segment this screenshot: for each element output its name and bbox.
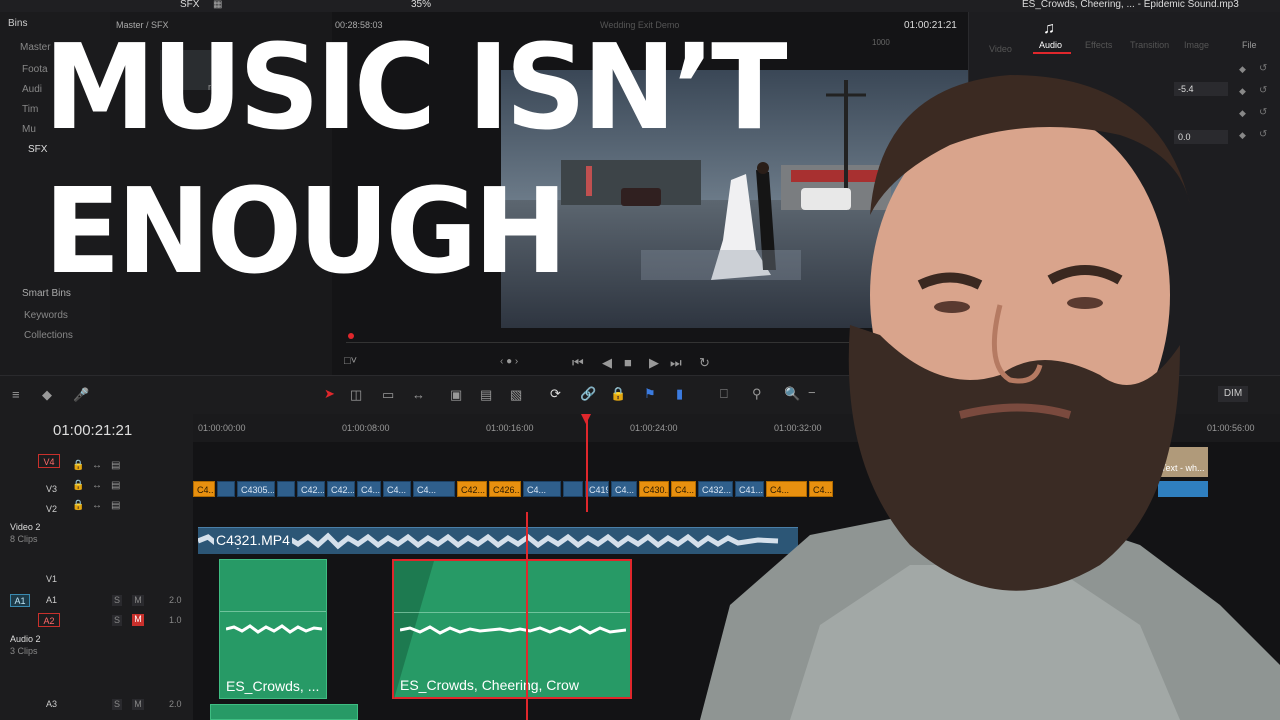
snapping-icon[interactable]: ⟳ bbox=[550, 386, 561, 402]
dynamic-trim-icon[interactable]: ↔ bbox=[412, 387, 425, 402]
music-note-icon: ♫ bbox=[1043, 20, 1055, 37]
mute-a2-button[interactable]: M bbox=[132, 614, 144, 626]
grid-view-icon[interactable]: ▦ bbox=[213, 0, 222, 10]
microphone-icon[interactable]: 🎤 bbox=[73, 387, 89, 403]
collections-item[interactable]: Collections bbox=[24, 330, 73, 341]
solo-a2-button[interactable]: S bbox=[112, 615, 122, 626]
solo-a3-button[interactable]: S bbox=[112, 699, 122, 710]
v3-clip[interactable]: C42... bbox=[457, 481, 487, 497]
track-autoselect-icons[interactable]: ↔ ↔ ↔ bbox=[92, 456, 102, 516]
viewer-timecode: 01:00:21:21 bbox=[904, 20, 957, 31]
bin-item[interactable]: Mu bbox=[22, 124, 36, 135]
volume-line[interactable] bbox=[220, 611, 326, 612]
mute-a1-button[interactable]: M bbox=[132, 595, 144, 606]
smart-bin-keywords[interactable]: Keywords bbox=[24, 310, 68, 321]
scrubber-playhead[interactable] bbox=[348, 333, 354, 339]
bin-item[interactable]: Tim bbox=[22, 104, 38, 115]
a3-level: 2.0 bbox=[169, 699, 182, 709]
replace-clip-icon[interactable]: ▧ bbox=[510, 387, 522, 403]
ruler-tick: 01:00:00:00 bbox=[198, 423, 246, 433]
v3-clip[interactable]: C42... bbox=[327, 481, 355, 497]
trim-tool-icon[interactable]: ◫ bbox=[350, 387, 362, 403]
v3-clip[interactable]: C4... bbox=[413, 481, 455, 497]
v3-clip[interactable] bbox=[277, 481, 295, 497]
bin-name: SFX bbox=[180, 0, 200, 10]
file-title: ES_Crowds, Cheering, ... - Epidemic Soun… bbox=[1022, 0, 1239, 10]
track-headers: 01:00:21:21 V4 V3 V2 Video 2 8 Clips V1 … bbox=[0, 414, 194, 720]
v3-clip[interactable]: C4... bbox=[383, 481, 411, 497]
video-clip-name: C4321.MP4 bbox=[214, 532, 292, 548]
solo-a1-button[interactable]: S bbox=[112, 595, 122, 606]
track-monitor-icons[interactable]: ▤ ▤ ▤ bbox=[111, 456, 120, 516]
zoom-level[interactable]: 35% bbox=[411, 0, 431, 10]
headline-line-2: ENOUGH bbox=[44, 162, 568, 300]
v3-clip[interactable]: C4... bbox=[357, 481, 381, 497]
track-v2-label[interactable]: V2 bbox=[46, 504, 57, 514]
audio-clip[interactable]: ES_Crowds, ... bbox=[219, 559, 327, 699]
frame-nav-icon[interactable]: ‹ ● › bbox=[500, 356, 518, 367]
a1-level: 2.0 bbox=[169, 595, 182, 605]
v3-clip[interactable] bbox=[217, 481, 235, 497]
track-a1-label[interactable]: A1 bbox=[46, 595, 57, 605]
track-lock-icons[interactable]: 🔒 🔒 🔒 bbox=[72, 456, 84, 516]
source-patch-a1[interactable]: A1 bbox=[10, 594, 30, 607]
audio-clip-a3[interactable] bbox=[210, 704, 358, 720]
video2-track-name: Video 2 bbox=[10, 522, 41, 532]
track-v4-label[interactable]: V4 bbox=[38, 454, 60, 468]
track-v1-label[interactable]: V1 bbox=[46, 574, 57, 584]
headline-line-1: MUSIC ISN’T bbox=[44, 18, 788, 156]
top-bar: SFX ▦ 35% ES_Crowds, Cheering, ... - Epi… bbox=[0, 0, 1280, 12]
v3-clip[interactable]: C4305... bbox=[237, 481, 275, 497]
bins-title: Bins bbox=[8, 18, 28, 29]
v3-clip[interactable]: C42... bbox=[297, 481, 325, 497]
v3-clip[interactable]: C4... bbox=[523, 481, 561, 497]
overwrite-clip-icon[interactable]: ▤ bbox=[480, 387, 492, 403]
blade-tool-icon[interactable]: ▭ bbox=[382, 387, 394, 403]
audio-clip-name: ES_Crowds, Cheering, Crow bbox=[400, 677, 579, 693]
insert-clip-icon[interactable]: ▣ bbox=[450, 387, 462, 403]
track-a2-label[interactable]: A2 bbox=[38, 613, 60, 627]
timeline-view-options-icon[interactable]: ≡ bbox=[12, 387, 20, 402]
v3-clip[interactable]: C4... bbox=[193, 481, 215, 497]
track-a3-label[interactable]: A3 bbox=[46, 699, 57, 709]
snap-icon[interactable]: ◆ bbox=[42, 387, 52, 403]
bin-item[interactable]: Audi bbox=[22, 84, 42, 95]
ruler-tick: 01:00:08:00 bbox=[342, 423, 390, 433]
audio2-track-name: Audio 2 bbox=[10, 634, 41, 644]
ruler-tick: 01:00:16:00 bbox=[486, 423, 534, 433]
a2-level: 1.0 bbox=[169, 615, 182, 625]
track-v3-label[interactable]: V3 bbox=[46, 484, 57, 494]
v3-clip[interactable]: C426... bbox=[489, 481, 521, 497]
viewer-options-icon[interactable]: □˅ bbox=[344, 355, 357, 367]
timeline-timecode: 01:00:21:21 bbox=[53, 422, 133, 439]
audio2-clip-count: 3 Clips bbox=[10, 646, 38, 656]
selection-tool-icon[interactable]: ➤ bbox=[324, 386, 335, 402]
mute-a3-button[interactable]: M bbox=[132, 699, 144, 710]
audio-waveform bbox=[226, 624, 322, 634]
video2-clip-count: 8 Clips bbox=[10, 534, 38, 544]
playhead-line-lower bbox=[526, 512, 528, 720]
audio-clip-name: ES_Crowds, ... bbox=[226, 678, 320, 694]
